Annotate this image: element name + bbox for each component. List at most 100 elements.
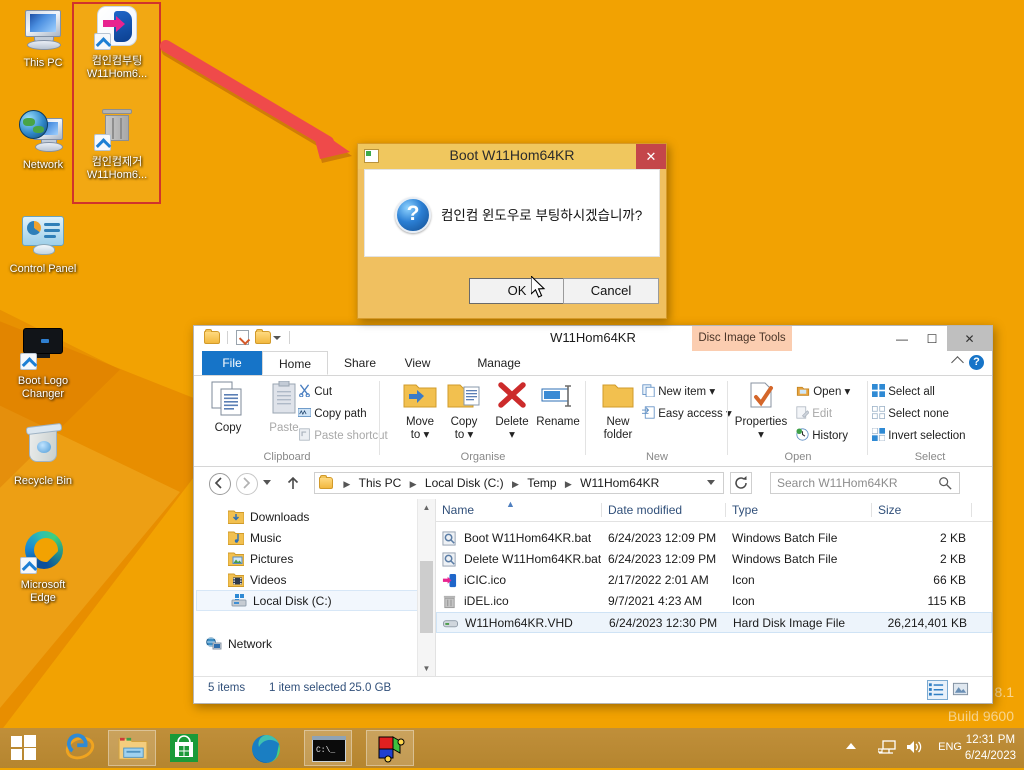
volume-icon[interactable] <box>906 739 924 760</box>
up-arrow-icon[interactable] <box>285 475 301 494</box>
column-header-date-modified[interactable]: Date modified <box>602 499 726 521</box>
breadcrumb-current-folder[interactable]: W11Hom64KR <box>578 473 661 493</box>
close-button[interactable]: ✕ <box>947 326 992 351</box>
quick-access-toolbar[interactable]: Disc Image Tools W11Hom64KR — ☐ ✕ <box>194 326 992 351</box>
tab-file[interactable]: File <box>202 351 262 375</box>
breadcrumb[interactable]: ▶ This PC ▶ Local Disk (C:) ▶ Temp ▶ W11… <box>314 472 724 494</box>
tab-manage[interactable]: Manage <box>449 351 549 375</box>
minimize-button[interactable]: — <box>887 326 917 351</box>
breadcrumb-this-pc[interactable]: This PC <box>357 473 404 493</box>
taskbar-boot-application[interactable] <box>366 730 414 766</box>
edit-button[interactable]: Edit <box>796 406 832 420</box>
close-icon[interactable]: ✕ <box>636 144 666 169</box>
taskbar-internet-explorer[interactable] <box>56 730 104 766</box>
desktop-icon-control-panel[interactable]: Control Panel <box>0 212 86 276</box>
taskbar-store[interactable] <box>160 730 208 766</box>
nav-item-downloads[interactable]: Downloads <box>194 506 435 527</box>
properties-button[interactable]: Properties ▾ <box>730 381 792 441</box>
chevron-down-icon[interactable]: ▾ <box>709 386 715 398</box>
chevron-down-icon[interactable] <box>263 480 271 485</box>
nav-item-music[interactable]: Music <box>194 527 435 548</box>
desktop-icon-boot-logo-changer[interactable]: Boot Logo Changer <box>0 324 86 400</box>
boot-confirmation-dialog[interactable]: Boot W11Hom64KR ✕ ? 컴인컴 윈도우로 부팅하시겠습니까? O… <box>357 143 667 319</box>
cut-button[interactable]: Cut <box>298 384 332 398</box>
windows-start-icon[interactable] <box>0 728 48 768</box>
collapse-ribbon-icon[interactable] <box>951 356 964 369</box>
column-header-type[interactable]: Type <box>726 499 872 521</box>
network-tray-icon[interactable] <box>877 739 896 760</box>
tab-share[interactable]: Share <box>330 351 390 375</box>
desktop-icon-delete-shortcut[interactable]: 컴인컴제거 W11Hom6... <box>74 105 160 181</box>
new-folder-button[interactable]: New folder <box>590 381 646 441</box>
open-button[interactable]: Open ▾ <box>796 384 850 398</box>
ribbon-tabs[interactable]: File Home Share View Manage ? <box>194 351 992 376</box>
copy-button[interactable]: Copy <box>200 381 256 435</box>
paste-shortcut-button[interactable]: Paste shortcut <box>298 428 388 442</box>
chevron-down-icon[interactable]: ▾ <box>424 429 430 441</box>
chevron-down-icon[interactable] <box>707 480 715 485</box>
chevron-down-icon[interactable]: ▾ <box>484 427 540 441</box>
table-row[interactable]: Boot W11Hom64KR.bat 6/24/2023 12:09 PM W… <box>436 528 992 549</box>
breadcrumb-local-disk[interactable]: Local Disk (C:) <box>423 473 506 493</box>
tab-view[interactable]: View <box>390 351 445 375</box>
select-none-button[interactable]: Select none <box>872 406 949 420</box>
table-row[interactable]: W11Hom64KR.VHD 6/24/2023 12:30 PM Hard D… <box>436 612 992 633</box>
nav-item-videos[interactable]: Videos <box>194 569 435 590</box>
copy-path-button[interactable]: Copy path <box>297 406 367 420</box>
dialog-title-bar[interactable]: Boot W11Hom64KR ✕ <box>358 144 666 169</box>
navpane-scrollbar[interactable]: ▲ ▼ <box>417 499 435 677</box>
easy-access-button[interactable]: Easy access ▾ <box>642 406 732 420</box>
back-arrow-icon[interactable] <box>209 473 231 495</box>
invert-selection-icon <box>871 427 886 442</box>
taskbar-command-prompt[interactable]: C:\_ <box>304 730 352 766</box>
refresh-icon[interactable] <box>730 472 752 494</box>
chevron-down-icon[interactable]: ▾ <box>845 386 851 398</box>
desktop-icon-boot-shortcut[interactable]: 컴인컴부팅 W11Hom6... <box>74 4 160 80</box>
navigation-pane[interactable]: Downloads Music Pictures Videos Local Di… <box>194 499 436 677</box>
taskbar-microsoft-edge[interactable] <box>242 730 290 766</box>
search-input[interactable]: Search W11Hom64KR <box>770 472 960 494</box>
table-row[interactable]: iDEL.ico 9/7/2021 4:23 AM Icon 115 KB <box>436 591 992 612</box>
column-header-name[interactable]: Name ▲ <box>436 499 602 521</box>
rename-button[interactable]: Rename <box>530 381 586 429</box>
taskbar-clock[interactable]: 12:31 PM 6/24/2023 <box>965 732 1016 764</box>
taskbar-file-explorer[interactable] <box>108 730 156 766</box>
nav-item-local-disk[interactable]: Local Disk (C:) <box>196 590 433 611</box>
open-label: Open <box>813 386 842 398</box>
large-icons-view-icon[interactable] <box>951 680 972 700</box>
language-indicator[interactable]: ENG <box>938 741 962 753</box>
desktop-icon-microsoft-edge[interactable]: Microsoft Edge <box>0 528 86 604</box>
forward-arrow-icon[interactable] <box>236 473 258 495</box>
select-all-button[interactable]: Select all <box>872 384 935 398</box>
help-icon[interactable]: ? <box>969 355 984 370</box>
column-header-size[interactable]: Size <box>872 499 972 521</box>
chevron-down-icon[interactable]: ▾ <box>730 427 792 441</box>
address-bar[interactable]: ▶ This PC ▶ Local Disk (C:) ▶ Temp ▶ W11… <box>194 467 992 500</box>
table-row[interactable]: iCIC.ico 2/17/2022 2:01 AM Icon 66 KB <box>436 570 992 591</box>
breadcrumb-temp[interactable]: Temp <box>525 473 558 493</box>
new-item-button[interactable]: New item ▾ <box>642 384 715 398</box>
nav-item-pictures[interactable]: Pictures <box>194 548 435 569</box>
file-list-pane[interactable]: Name ▲ Date modified Type Size Boot W11H… <box>436 499 992 677</box>
history-button[interactable]: History <box>796 428 848 442</box>
column-headers[interactable]: Name ▲ Date modified Type Size <box>436 499 992 522</box>
tab-home[interactable]: Home <box>262 351 328 375</box>
taskbar[interactable]: C:\_ ENG 12:31 PM 6/24/2023 <box>0 728 1024 768</box>
file-explorer-window[interactable]: Disc Image Tools W11Hom64KR — ☐ ✕ File H… <box>193 325 993 704</box>
details-view-icon[interactable] <box>927 680 948 700</box>
table-row[interactable]: Delete W11Hom64KR.bat 6/24/2023 12:09 PM… <box>436 549 992 570</box>
scroll-down-icon[interactable]: ▼ <box>418 660 435 677</box>
scroll-up-icon[interactable]: ▲ <box>418 499 435 516</box>
select-none-label: Select none <box>888 408 949 420</box>
cancel-button[interactable]: Cancel <box>563 278 659 304</box>
chevron-down-icon[interactable]: ▾ <box>468 429 474 441</box>
search-icon[interactable] <box>938 476 952 493</box>
desktop-icon-recycle-bin[interactable]: Recycle Bin <box>0 422 86 488</box>
invert-selection-button[interactable]: Invert selection <box>871 427 966 442</box>
ribbon[interactable]: Copy Paste Cut Copy path Paste shortcut … <box>194 376 992 467</box>
ok-button[interactable]: OK <box>469 278 565 304</box>
nav-item-network[interactable]: Network <box>194 633 435 654</box>
scrollbar-thumb[interactable] <box>420 561 433 633</box>
chevron-up-icon[interactable] <box>846 743 856 749</box>
maximize-button[interactable]: ☐ <box>917 326 947 351</box>
